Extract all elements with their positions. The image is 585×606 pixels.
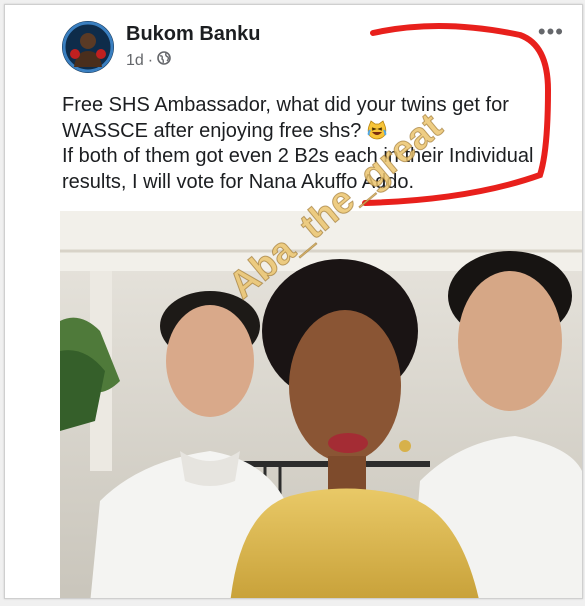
- post-time[interactable]: 1d: [126, 52, 144, 70]
- post-line: Free SHS Ambassador, what did your twins…: [62, 94, 509, 116]
- author-avatar[interactable]: [62, 21, 114, 73]
- post-meta: 1d ·: [126, 51, 171, 70]
- post-text: Free SHS Ambassador, what did your twins…: [62, 93, 567, 195]
- post-line: WASSCE after enjoying free shs?: [62, 119, 362, 142]
- more-options-icon[interactable]: •••: [538, 19, 564, 45]
- meta-separator: ·: [147, 51, 154, 69]
- post-line-with-emoji: WASSCE after enjoying free shs?: [62, 119, 567, 145]
- post-line: If both of them got even 2 B2s each in t…: [62, 145, 534, 167]
- author-name[interactable]: Bukom Banku: [126, 23, 260, 46]
- post-line: results, I will vote for Nana Akuffo Add…: [62, 170, 415, 193]
- globe-icon[interactable]: [157, 51, 171, 70]
- facebook-post-card: Bukom Banku 1d · ••• Free SHS Ambassador…: [4, 4, 583, 599]
- laughing-crying-cat-emoji-icon: [367, 119, 387, 140]
- post-photo[interactable]: [60, 211, 582, 598]
